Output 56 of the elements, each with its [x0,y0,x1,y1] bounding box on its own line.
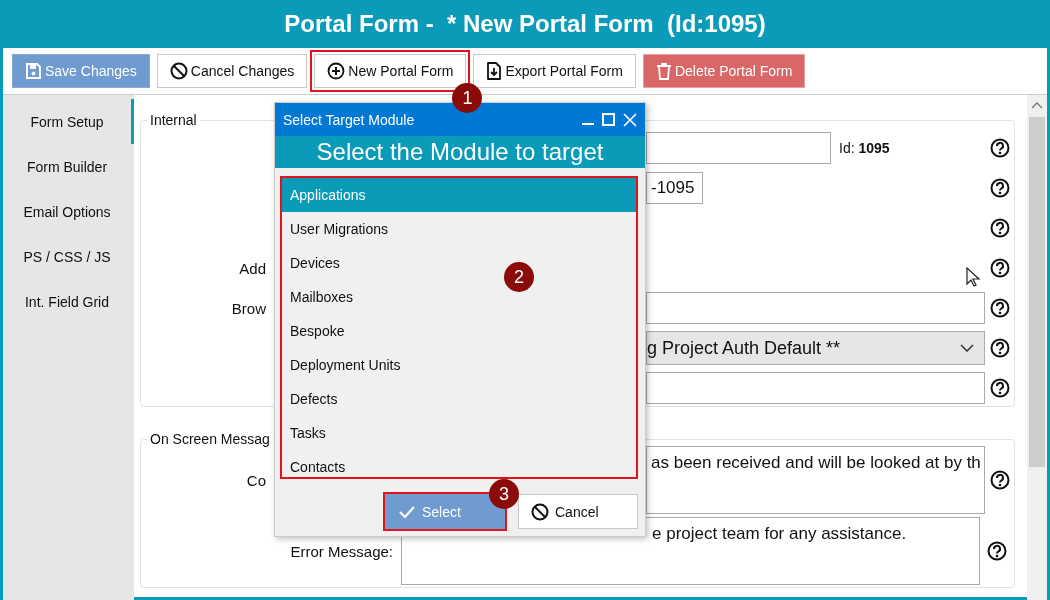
list-item[interactable]: Bespoke [282,314,353,348]
trash-icon [655,62,672,80]
add-icon [327,62,346,80]
callout-badge: 3 [489,479,519,509]
list-item[interactable]: Mailboxes [282,280,362,314]
help-icon [989,378,1010,398]
cancel-icon [169,62,188,80]
callout-badge: 2 [504,262,534,292]
group-legend: On Screen Messag [147,431,273,447]
help-icon [989,338,1010,358]
list-item[interactable]: Tasks [282,416,334,450]
nav-tab[interactable]: Form Setup [3,99,134,144]
close-icon [623,112,637,127]
help-icon [989,470,1010,490]
list-item[interactable]: User Migrations [282,212,397,246]
list-item[interactable]: Defects [282,382,346,416]
group-legend: Internal [147,112,200,128]
field-label: Brow [230,299,266,317]
minimize-icon [582,122,594,125]
field-label: Co [245,471,266,489]
help-icon [989,138,1010,158]
save-icon [25,63,42,79]
field-label: Add [238,259,266,277]
help-icon [987,541,1007,561]
help-icon [989,218,1010,238]
chevron-down-icon [960,344,974,352]
input-field[interactable]: -1095 [646,172,703,204]
nav-tab[interactable]: Email Options [3,189,134,234]
nav-tab[interactable]: PS / CSS / JS [3,234,134,279]
mouse-cursor-icon [966,267,981,288]
cancel-icon [531,502,549,521]
list-item[interactable]: Deployment Units [282,348,409,382]
help-icon [989,298,1010,318]
field-label: Error Message: [289,542,393,560]
nav-tab[interactable]: Int. Field Grid [3,279,134,324]
help-icon [989,178,1010,198]
list-item[interactable]: Contacts [282,450,354,484]
toolbar-button[interactable]: Export Portal Form [473,54,636,88]
id-label: Id: 1095 [839,140,890,156]
dropdown[interactable]: g Project Auth Default ** [646,331,985,365]
scrollbar-thumb[interactable] [1029,117,1045,467]
dialog-title: Select Target Module [283,111,416,128]
help-icon [989,258,1010,278]
scroll-up-icon [1031,101,1043,109]
download-file-icon [486,62,503,80]
list-item[interactable]: Devices [282,246,348,280]
dialog-heading: Select the Module to target [275,136,645,168]
input-field[interactable] [646,132,831,164]
window-title: Portal Form - * New Portal Form (Id:1095) [3,0,1047,48]
toolbar-button[interactable]: Cancel Changes [156,54,308,88]
nav-tab[interactable]: Form Builder [3,144,134,189]
dialog-button[interactable]: Cancel [518,494,638,529]
input-field[interactable] [646,372,985,404]
message-textarea[interactable]: as been received and will be looked at by th [646,446,985,514]
maximize-icon [602,112,615,126]
input-field[interactable] [646,292,985,324]
